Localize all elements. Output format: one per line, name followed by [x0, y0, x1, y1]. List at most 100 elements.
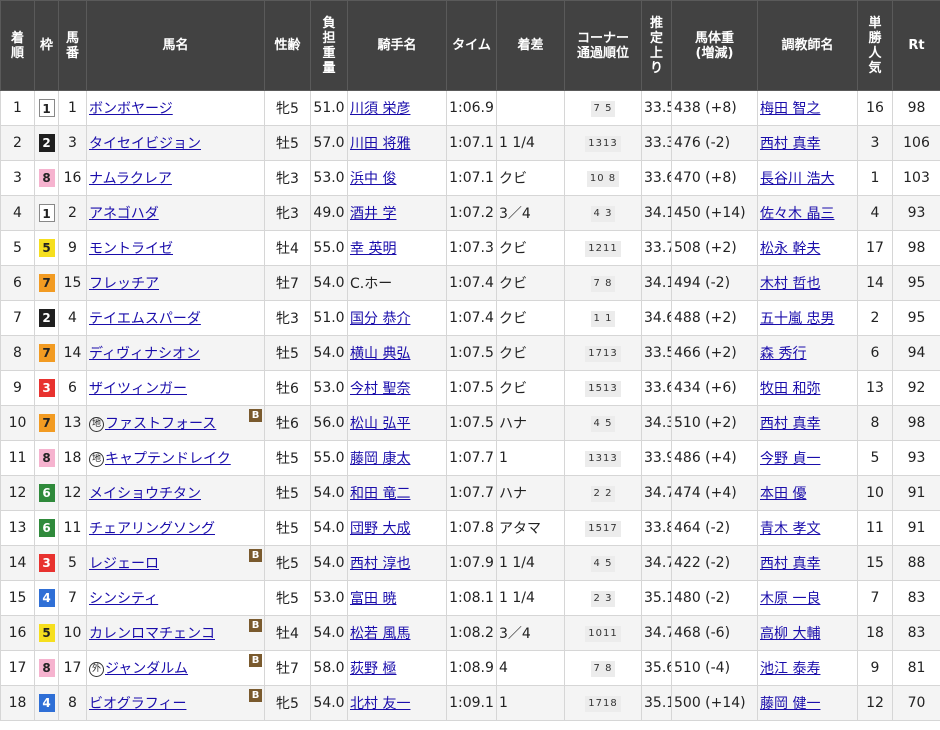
horse-name-link[interactable]: レジェーロ	[89, 556, 159, 572]
horse-name-link[interactable]: モントライゼ	[89, 241, 173, 257]
carried-weight: 54.0	[313, 695, 345, 711]
trainer-link[interactable]: 高柳 大輔	[760, 626, 820, 642]
horse-name-link[interactable]: ボンボヤージ	[89, 101, 173, 117]
body-weight: 494 (-2)	[674, 275, 731, 291]
cell-last3f: 33.5	[641, 335, 672, 371]
corner-positions: 2 2	[590, 486, 616, 502]
trainer-link[interactable]: 五十嵐 忠男	[760, 311, 834, 327]
header-time[interactable]: タイム	[446, 0, 497, 91]
trainer-link[interactable]: 長谷川 浩大	[760, 171, 834, 187]
cell-time: 1:07.3	[446, 230, 497, 266]
horse-name-link[interactable]: ファストフォース	[105, 416, 216, 432]
last-3f: 33.7	[644, 240, 671, 256]
horse-name-link[interactable]: カレンロマチェンコ	[89, 626, 215, 642]
cell-trainer: 藤岡 健一	[757, 685, 858, 721]
trainer-link[interactable]: 木村 哲也	[760, 276, 820, 292]
jockey-link[interactable]: 横山 典弘	[350, 346, 410, 362]
header-last3f[interactable]: 推定上り	[641, 0, 672, 91]
header-rt[interactable]: Rt	[892, 0, 940, 91]
cell-corner: 1713	[564, 335, 642, 371]
cell-sexage: 牝3	[264, 160, 311, 196]
trainer-link[interactable]: 藤岡 健一	[760, 696, 820, 712]
header-margin[interactable]: 着差	[496, 0, 565, 91]
horse-name-link[interactable]: アネゴハダ	[89, 206, 159, 222]
horse-name-link[interactable]: メイショウチタン	[89, 486, 201, 502]
jockey-link[interactable]: 浜中 俊	[350, 171, 396, 187]
cell-horse: タイセイビジョン	[86, 125, 265, 161]
horse-number: 6	[68, 380, 77, 396]
header-num[interactable]: 馬番	[58, 0, 87, 91]
header-jockey[interactable]: 騎手名	[347, 0, 447, 91]
jockey-link[interactable]: 北村 友一	[350, 696, 410, 712]
margin-value: 1 1/4	[499, 590, 535, 606]
results-body: 111ボンボヤージ牝551.0川須 栄彦1:06.97 533.5438 (+8…	[0, 90, 940, 721]
jockey-link[interactable]: 松山 弘平	[350, 416, 410, 432]
cell-last3f: 33.3	[641, 125, 672, 161]
header-waku[interactable]: 枠	[34, 0, 59, 91]
trainer-link[interactable]: 西村 真幸	[760, 556, 820, 572]
cell-margin: ハナ	[496, 475, 565, 511]
trainer-link[interactable]: 池江 泰寿	[760, 661, 820, 677]
trainer-link[interactable]: 佐々木 晶三	[760, 206, 834, 222]
trainer-link[interactable]: 西村 真幸	[760, 416, 820, 432]
margin-value: クビ	[499, 241, 527, 257]
cell-body: 434 (+6)	[671, 370, 758, 406]
header-body[interactable]: 馬体重 (増減)	[671, 0, 758, 91]
race-time: 1:07.9	[449, 555, 494, 571]
cell-weight: 54.0	[310, 685, 348, 721]
trainer-link[interactable]: 梅田 智之	[760, 101, 820, 117]
trainer-link[interactable]: 木原 一良	[760, 591, 820, 607]
horse-name-link[interactable]: シンシティ	[89, 591, 158, 607]
horse-name-link[interactable]: チェアリングソング	[89, 521, 215, 537]
trainer-link[interactable]: 森 秀行	[760, 346, 806, 362]
horse-name-link[interactable]: ジャンダルム	[105, 661, 188, 677]
cell-corner: 2 3	[564, 580, 642, 616]
rating: 106	[903, 135, 930, 151]
jockey-link[interactable]: 川田 将雅	[350, 136, 410, 152]
horse-name-link[interactable]: キャプテンドレイク	[105, 451, 231, 467]
jockey-link[interactable]: 幸 英明	[350, 241, 396, 257]
header-sexage[interactable]: 性齢	[264, 0, 311, 91]
cell-last3f: 33.6	[641, 370, 672, 406]
horse-name-link[interactable]: ナムラクレア	[89, 171, 172, 187]
jockey-link[interactable]: 藤岡 康太	[350, 451, 410, 467]
cell-rank: 10	[0, 405, 35, 441]
table-row: 38 16 ナムラクレア 牝3 53.0 浜中 俊 1:07.1 クビ 10 8 33.6470 …	[0, 160, 940, 196]
jockey-link[interactable]: 酒井 学	[350, 206, 396, 222]
horse-name-link[interactable]: ディヴィナシオン	[89, 346, 200, 362]
trainer-link[interactable]: 西村 真幸	[760, 136, 820, 152]
jockey-link[interactable]: 川須 栄彦	[350, 101, 410, 117]
header-horse[interactable]: 馬名	[86, 0, 265, 91]
header-rank[interactable]: 着順	[0, 0, 35, 91]
header-corner[interactable]: コーナー 通過順位	[564, 0, 642, 91]
jockey-link[interactable]: 和田 竜二	[350, 486, 410, 502]
trainer-link[interactable]: 牧田 和弥	[760, 381, 820, 397]
jockey-link[interactable]: 今村 聖奈	[350, 381, 410, 397]
cell-sexage: 牝3	[264, 300, 311, 336]
horse-name-link[interactable]: テイエムスパーダ	[89, 311, 201, 327]
sex-age: 牝3	[276, 206, 299, 222]
cell-rt: 98	[892, 230, 940, 266]
cell-margin: 1 1/4	[496, 125, 565, 161]
jockey-link[interactable]: 団野 大成	[350, 521, 410, 537]
horse-name-link[interactable]: ビオグラフィー	[89, 696, 186, 712]
cell-time: 1:07.9	[446, 545, 497, 581]
cell-waku: 3	[34, 545, 59, 581]
horse-name-link[interactable]: ザイツィンガー	[89, 381, 187, 397]
jockey-link[interactable]: 富田 暁	[350, 591, 396, 607]
jockey-link[interactable]: 西村 淳也	[350, 556, 410, 572]
trainer-link[interactable]: 青木 孝文	[760, 521, 820, 537]
jockey-link[interactable]: 荻野 極	[350, 661, 396, 677]
jockey-link[interactable]: 国分 恭介	[350, 311, 410, 327]
header-trainer[interactable]: 調教師名	[757, 0, 858, 91]
header-pop[interactable]: 単勝人気	[857, 0, 893, 91]
horse-name-link[interactable]: フレッチア	[89, 276, 159, 292]
jockey-link[interactable]: 松若 風馬	[350, 626, 410, 642]
header-weight[interactable]: 負担重量	[310, 0, 348, 91]
race-time: 1:07.8	[449, 520, 494, 536]
horse-name-link[interactable]: タイセイビジョン	[89, 136, 201, 152]
cell-horse: ビオグラフィー B	[86, 685, 265, 721]
trainer-link[interactable]: 松永 幹夫	[760, 241, 820, 257]
trainer-link[interactable]: 今野 貞一	[760, 451, 820, 467]
trainer-link[interactable]: 本田 優	[760, 486, 806, 502]
